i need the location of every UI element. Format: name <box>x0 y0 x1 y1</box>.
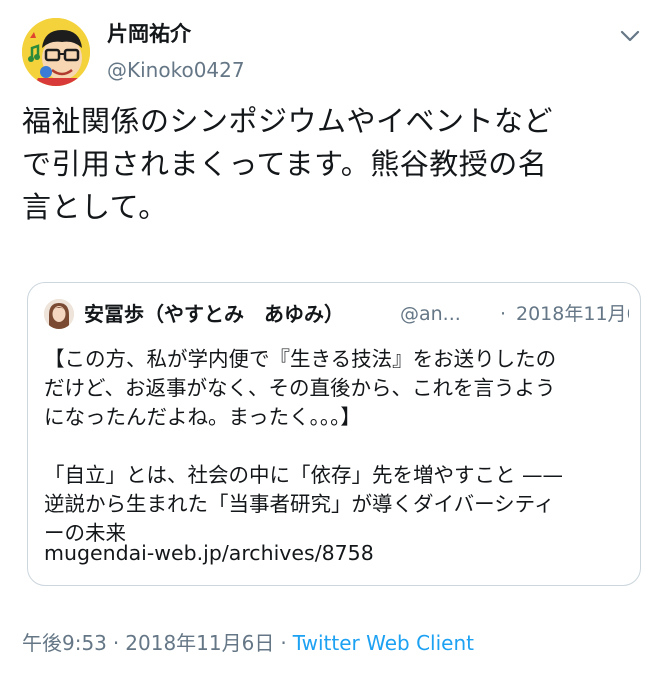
quoted-author-name: 安冨歩（やすとみ あゆみ） <box>84 302 344 326</box>
meta-separator-2: · <box>280 631 287 655</box>
tweet-time[interactable]: 午後9:53 <box>22 631 107 655</box>
author-display-name[interactable]: 片岡祐介 <box>107 20 245 48</box>
quoted-tweet-link[interactable]: mugendai-web.jp/archives/8758 <box>44 539 374 568</box>
quoted-author-avatar <box>44 299 74 329</box>
quoted-author-handle: @an... <box>400 303 461 325</box>
meta-separator: · <box>112 631 120 655</box>
tweet-date[interactable]: 2018年11月6日 <box>125 631 274 655</box>
quoted-tweet-text: 【この方、私が学内便で『生きる技法』をお送りしたの だけど、お返事がなく、その直… <box>44 347 564 545</box>
quoted-separator: · <box>500 303 507 325</box>
author-info: 片岡祐介 @Kinoko0427 <box>107 20 245 84</box>
chevron-down-icon <box>620 30 640 42</box>
portrait-avatar-icon <box>44 299 74 329</box>
quoted-tweet[interactable]: 安冨歩（やすとみ あゆみ） @an... · 2018年11月6日 【この方、私… <box>27 282 641 586</box>
tweet-menu-button[interactable] <box>616 24 644 48</box>
tweet-meta: 午後9:53 · 2018年11月6日 · Twitter Web Client <box>22 628 474 658</box>
tweet-text: 福祉関係のシンポジウムやイベントなど で引用されまくってます。熊谷教授の名 言と… <box>22 104 554 224</box>
author-avatar[interactable] <box>22 18 90 86</box>
cartoon-avatar-icon <box>22 18 90 86</box>
tweet-source-link[interactable]: Twitter Web Client <box>293 631 474 655</box>
author-handle[interactable]: @Kinoko0427 <box>107 56 245 84</box>
quoted-tweet-header: 安冨歩（やすとみ あゆみ） @an... · 2018年11月6日 <box>44 297 629 331</box>
tweet: 片岡祐介 @Kinoko0427 福祉関係のシンポジウムやイベントなど で引用さ… <box>0 0 670 680</box>
quoted-date: 2018年11月6日 <box>516 303 629 325</box>
